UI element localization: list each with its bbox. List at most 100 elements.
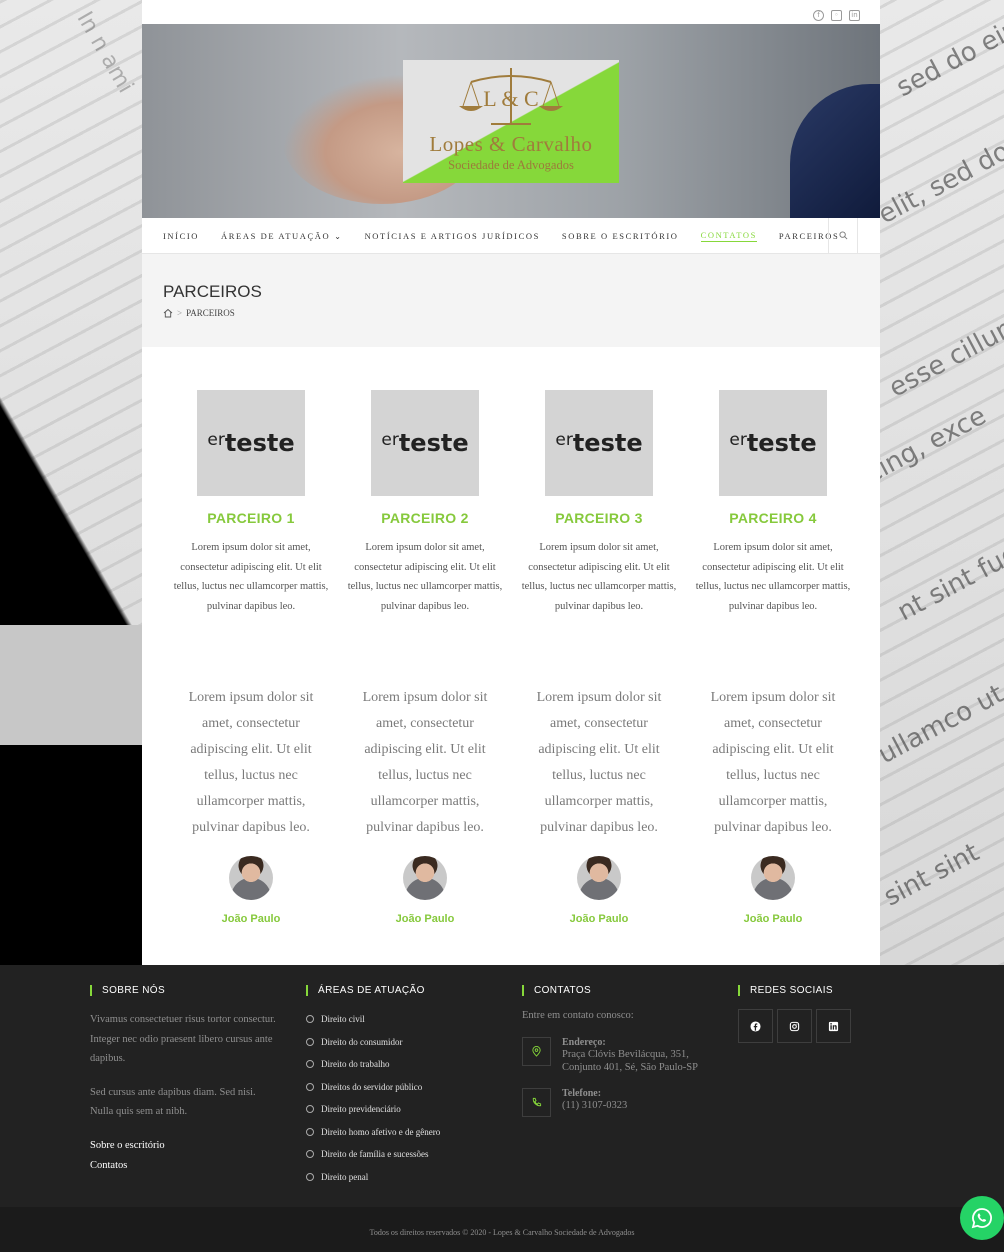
testimonial-card: Lorem ipsum dolor sit amet, consectetur …	[512, 685, 686, 925]
home-icon[interactable]	[163, 308, 173, 318]
footer-areas-list: Direito civil Direito do consumidor Dire…	[306, 1008, 440, 1188]
facebook-button[interactable]	[738, 1009, 773, 1043]
avatar	[577, 856, 621, 900]
partner-name: PARCEIRO 3	[555, 510, 643, 526]
testimonial-text: Lorem ipsum dolor sit amet, consectetur …	[362, 690, 488, 835]
address-label: Endereço:	[562, 1037, 606, 1048]
breadcrumb-separator: >	[177, 308, 183, 318]
linkedin-icon[interactable]: in	[849, 10, 860, 21]
circle-icon	[306, 1172, 314, 1181]
partners-grid: er teste PARCEIRO 1 Lorem ipsum dolor sit…	[142, 347, 880, 616]
page-title: PARCEIROS	[163, 282, 262, 301]
facebook-icon	[750, 1020, 761, 1032]
footer-area-item[interactable]: Direito civil	[306, 1008, 440, 1031]
logo-initials: L & C	[483, 86, 538, 111]
partner-name: PARCEIRO 1	[207, 510, 295, 526]
map-pin-icon	[522, 1037, 551, 1066]
footer-area-item[interactable]: Direito do trabalho	[306, 1053, 440, 1076]
nav-item-sobre[interactable]: SOBRE O ESCRITÓRIO	[562, 231, 679, 241]
partner-image[interactable]: er teste	[545, 390, 653, 496]
background-paper-text-right: sed do eius elit, sed do ut esse cillum …	[880, 6, 1004, 913]
background-paper-band	[0, 625, 145, 745]
suit-image	[790, 84, 880, 218]
search-icon	[838, 231, 847, 240]
search-button[interactable]	[828, 218, 858, 253]
breadcrumb-current: PARCEIROS	[186, 308, 235, 318]
main-nav: INÍCIO ÁREAS DE ATUAÇÃO ⌄ NOTÍCIAS E ARTI…	[142, 218, 880, 254]
footer-area-item[interactable]: Direito previdenciário	[306, 1098, 440, 1121]
partner-image[interactable]: er teste	[197, 390, 305, 496]
partner-name: PARCEIRO 4	[729, 510, 817, 526]
whatsapp-icon	[971, 1208, 992, 1229]
footer-area-item[interactable]: Direito penal	[306, 1166, 440, 1189]
phone-label: Telefone:	[562, 1088, 602, 1099]
site-footer: SOBRE NÓS Vivamus consectetuer risus tor…	[0, 965, 1004, 1207]
testimonial-text: Lorem ipsum dolor sit amet, consectetur …	[188, 690, 314, 835]
testimonials-grid: Lorem ipsum dolor sit amet, consectetur …	[142, 616, 880, 925]
footer-areas: ÁREAS DE ATUAÇÃO Direito civil Direito d…	[306, 985, 440, 1188]
testimonial-card: Lorem ipsum dolor sit amet, consectetur …	[164, 685, 338, 925]
footer-areas-heading: ÁREAS DE ATUAÇÃO	[306, 985, 440, 996]
instagram-icon[interactable]: ◦	[831, 10, 842, 21]
footer-about-text-1: Vivamus consectetuer risus tortor consec…	[90, 1014, 276, 1064]
testimonial-card: Lorem ipsum dolor sit amet, consectetur …	[338, 685, 512, 925]
partner-name: PARCEIRO 2	[381, 510, 469, 526]
footer-area-item[interactable]: Direito do consumidor	[306, 1031, 440, 1054]
testimonial-author: João Paulo	[569, 913, 629, 925]
nav-item-noticias[interactable]: NOTÍCIAS E ARTIGOS JURÍDICOS	[365, 231, 540, 241]
page-container: f ◦ in L & C Lopes & Carvalho Sociedade …	[142, 0, 880, 965]
phone-value[interactable]: (11) 3107-0323	[562, 1099, 717, 1112]
scales-of-justice-icon: L & C	[459, 68, 563, 125]
avatar	[229, 856, 273, 900]
copyright-bar: Todos os direitos reservados © 2020 - Lo…	[0, 1207, 1004, 1252]
whatsapp-button[interactable]	[960, 1196, 1004, 1240]
partner-description: Lorem ipsum dolor sit amet, consectetur …	[521, 542, 677, 612]
partner-card: er teste PARCEIRO 4 Lorem ipsum dolor sit…	[686, 390, 860, 616]
nav-item-contatos[interactable]: CONTATOS	[700, 230, 757, 242]
footer-about-heading: SOBRE NÓS	[90, 985, 280, 996]
footer-area-item[interactable]: Direito de família e sucessões	[306, 1143, 440, 1166]
site-logo[interactable]: L & C Lopes & Carvalho Sociedade de Advo…	[403, 60, 619, 183]
partner-card: er teste PARCEIRO 1 Lorem ipsum dolor sit…	[164, 390, 338, 616]
testimonial-text: Lorem ipsum dolor sit amet, consectetur …	[710, 690, 836, 835]
logo-name: Lopes & Carvalho	[429, 132, 593, 156]
chevron-down-icon: ⌄	[334, 231, 343, 241]
testimonial-author: João Paulo	[743, 913, 803, 925]
facebook-icon[interactable]: f	[813, 10, 824, 21]
footer-area-item[interactable]: Direitos do servidor público	[306, 1076, 440, 1099]
testimonial-author: João Paulo	[395, 913, 455, 925]
footer-phone: Telefone: (11) 3107-0323	[522, 1088, 717, 1117]
partner-image[interactable]: er teste	[371, 390, 479, 496]
top-bar: f ◦ in	[142, 0, 880, 24]
partner-image[interactable]: er teste	[719, 390, 827, 496]
nav-item-inicio[interactable]: INÍCIO	[163, 231, 199, 241]
footer-about-text-2: Sed cursus ante dapibus diam. Sed nisi. …	[90, 1086, 256, 1118]
footer-social-heading: REDES SOCIAIS	[738, 985, 851, 996]
circle-icon	[306, 1150, 314, 1159]
hero-banner: L & C Lopes & Carvalho Sociedade de Advo…	[142, 24, 880, 218]
footer-social-buttons	[738, 1009, 851, 1043]
instagram-button[interactable]	[777, 1009, 812, 1043]
partner-description: Lorem ipsum dolor sit amet, consectetur …	[347, 542, 503, 612]
nav-item-areas-de-atuacao[interactable]: ÁREAS DE ATUAÇÃO ⌄	[221, 231, 343, 241]
circle-icon	[306, 1105, 314, 1114]
linkedin-button[interactable]	[816, 1009, 851, 1043]
phone-icon	[522, 1088, 551, 1117]
circle-icon	[306, 1015, 314, 1024]
instagram-icon	[789, 1021, 800, 1031]
page-title-band: PARCEIROS > PARCEIROS	[142, 254, 880, 347]
footer-contacts: CONTATOS Entre em contato conosco: Ender…	[522, 985, 717, 1117]
circle-icon	[306, 1060, 314, 1069]
avatar	[403, 856, 447, 900]
footer-area-item[interactable]: Direito homo afetivo e de gênero	[306, 1121, 440, 1144]
footer-contacts-intro: Entre em contato conosco:	[522, 1010, 634, 1021]
linkedin-icon	[828, 1021, 839, 1031]
footer-about: SOBRE NÓS Vivamus consectetuer risus tor…	[90, 985, 280, 1176]
footer-link-contatos[interactable]: Contatos	[90, 1156, 280, 1176]
breadcrumb: > PARCEIROS	[163, 308, 859, 318]
top-social-links: f ◦ in	[813, 10, 860, 21]
footer-link-sobre[interactable]: Sobre o escritório	[90, 1136, 280, 1156]
testimonial-card: Lorem ipsum dolor sit amet, consectetur …	[686, 685, 860, 925]
footer-contacts-heading: CONTATOS	[522, 985, 717, 996]
partner-card: er teste PARCEIRO 2 Lorem ipsum dolor sit…	[338, 390, 512, 616]
